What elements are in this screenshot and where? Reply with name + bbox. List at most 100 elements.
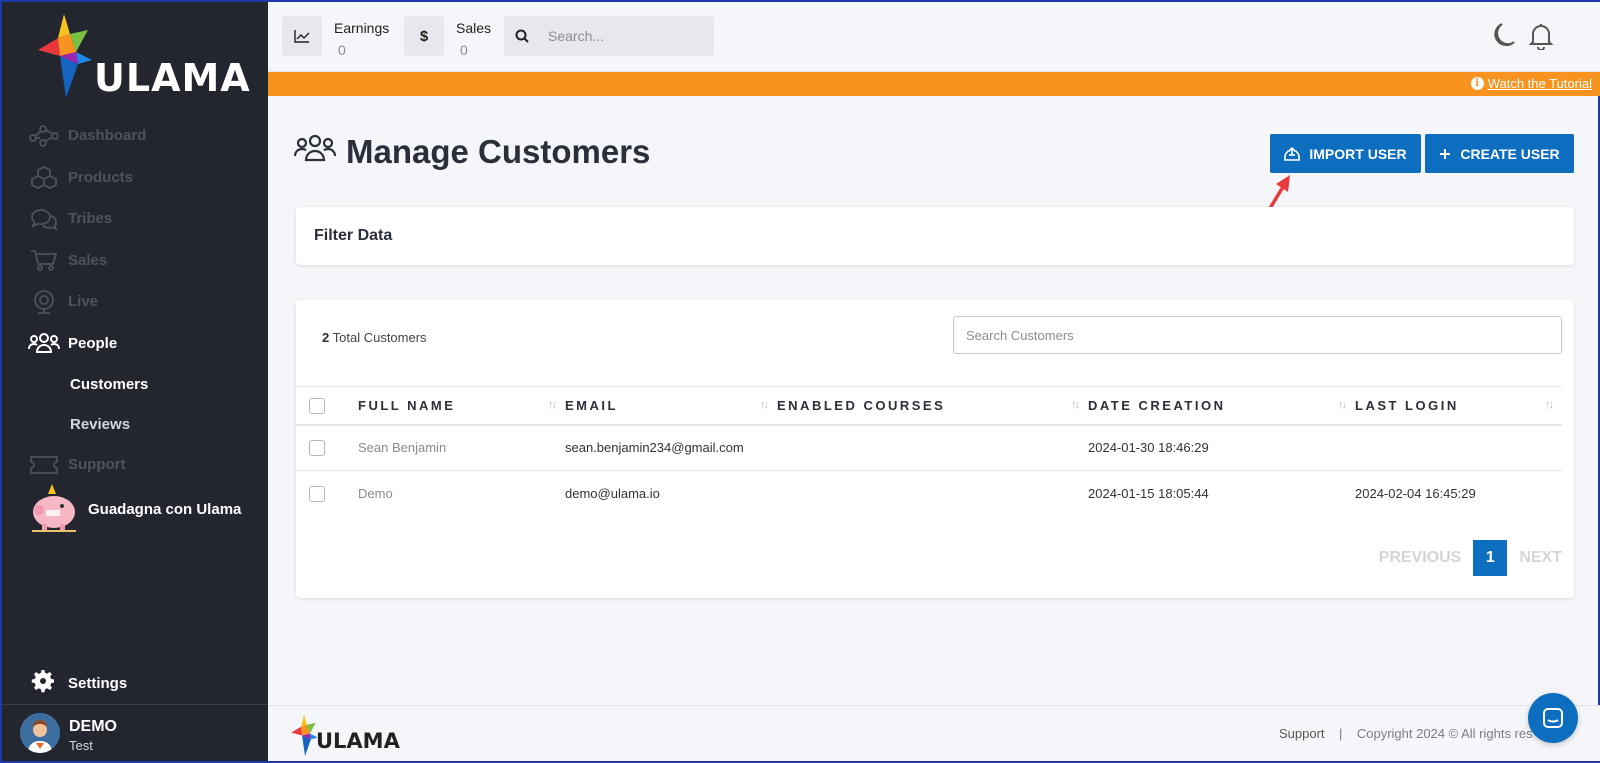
column-full-name[interactable]: FULL NAME ↑↓ — [358, 386, 565, 426]
moon-icon[interactable] — [1490, 22, 1516, 55]
sidebar-item-people[interactable]: People — [2, 323, 268, 365]
footer-brand-name: ULAMA — [316, 729, 400, 753]
sidebar-subitem-label: Reviews — [70, 415, 131, 433]
cell-full-name: Demo — [358, 486, 393, 502]
sidebar-item-sales[interactable]: Sales — [2, 240, 268, 282]
avatar — [20, 713, 60, 753]
sort-icon: ↑↓ — [1071, 399, 1080, 411]
cell-email: demo@ulama.io — [565, 486, 660, 502]
previous-page-button[interactable]: PREVIOUS — [1379, 549, 1462, 567]
user-name: DEMO — [69, 718, 117, 735]
filter-title: Filter Data — [314, 227, 393, 244]
cell-last-login — [1355, 424, 1562, 471]
chart-line-icon — [282, 16, 322, 56]
promo-guadagna[interactable]: Guadagna con Ulama — [28, 484, 241, 534]
gear-icon — [30, 668, 56, 698]
column-enabled-courses[interactable]: ENABLED COURSES ↑↓ — [777, 386, 1088, 426]
total-count: 2 — [322, 330, 330, 345]
footer-copyright: Copyright 2024 © All rights res — [1356, 726, 1533, 741]
search-icon — [504, 29, 540, 43]
sales-stat: $ Sales 0 — [404, 16, 491, 58]
sidebar-item-support[interactable]: Support — [2, 444, 268, 486]
cell-date-creation: 2024-01-30 18:46:29 — [1088, 424, 1355, 471]
bird-logo-icon — [38, 14, 92, 98]
sort-icon: ↑↓ — [1545, 399, 1554, 411]
footer: ULAMA Support | Copyright 2024 © All rig… — [268, 705, 1600, 761]
customers-table: FULL NAME ↑↓ EMAIL ↑↓ ENABLED COURSES ↑↓… — [296, 386, 1562, 517]
cell-date-creation: 2024-01-15 18:05:44 — [1088, 486, 1209, 502]
people-icon — [28, 329, 60, 357]
bell-icon[interactable] — [1528, 22, 1554, 55]
column-label: LAST LOGIN — [1355, 397, 1459, 413]
footer-separator: | — [1339, 726, 1343, 741]
select-all-checkbox[interactable] — [309, 397, 325, 414]
total-customers: 2 Total Customers — [322, 330, 427, 345]
cell-enabled-courses — [777, 471, 1088, 517]
dashboard-icon — [28, 122, 60, 150]
sidebar-item-label: Tribes — [68, 210, 113, 228]
next-page-button[interactable]: NEXT — [1519, 549, 1562, 567]
earnings-label: Earnings — [334, 20, 390, 36]
webcam-icon — [28, 288, 60, 316]
sidebar-item-settings[interactable]: Settings — [30, 668, 127, 698]
chat-launcher-button[interactable] — [1528, 693, 1578, 743]
sidebar-item-label: Settings — [68, 674, 128, 692]
cubes-icon — [28, 163, 60, 191]
create-user-label: CREATE USER — [1460, 145, 1560, 162]
watch-tutorial-link[interactable]: i Watch the Tutorial — [1470, 76, 1592, 91]
column-last-login[interactable]: LAST LOGIN ↑↓ — [1355, 386, 1562, 426]
filter-panel[interactable]: Filter Data — [296, 207, 1574, 265]
chat-icon — [1543, 708, 1563, 728]
cell-enabled-courses — [777, 424, 1088, 471]
column-date-creation[interactable]: DATE CREATION ↑↓ — [1088, 386, 1355, 426]
inbox-upload-icon — [1284, 146, 1301, 161]
ticket-icon — [28, 451, 60, 479]
row-checkbox[interactable] — [309, 486, 325, 503]
promo-label: Guadagna con Ulama — [88, 500, 242, 518]
page-1-button[interactable]: 1 — [1473, 540, 1508, 576]
customers-card: 2 Total Customers FULL NAME ↑↓ EMAIL ↑↓ … — [296, 300, 1574, 598]
sidebar-nav: Dashboard Products Tribes Sales Live Peo… — [2, 115, 268, 486]
sales-label: Sales — [456, 20, 492, 36]
column-email[interactable]: EMAIL ↑↓ — [565, 386, 777, 426]
cell-last-login: 2024-02-04 16:45:29 — [1355, 486, 1476, 502]
dollar-icon: $ — [404, 16, 444, 56]
global-search-input[interactable] — [548, 28, 708, 44]
sidebar-item-live[interactable]: Live — [2, 281, 268, 323]
total-label: Total Customers — [332, 330, 427, 345]
sidebar-item-label: Products — [68, 168, 134, 186]
footer-logo[interactable]: ULAMA — [290, 714, 400, 763]
sort-icon: ↑↓ — [1338, 399, 1347, 411]
sidebar-item-tribes[interactable]: Tribes — [2, 198, 268, 240]
table-row[interactable]: Sean Benjamin sean.benjamin234@gmail.com… — [296, 424, 1562, 471]
table-row[interactable]: Demo demo@ulama.io 2024-01-15 18:05:44 2… — [296, 471, 1562, 517]
sidebar-subitem-reviews[interactable]: Reviews — [2, 404, 268, 444]
cart-icon — [28, 246, 60, 274]
cell-email: sean.benjamin234@gmail.com — [565, 424, 777, 471]
row-checkbox[interactable] — [309, 440, 325, 457]
sidebar-subitem-customers[interactable]: Customers — [2, 364, 268, 404]
table-header-row: FULL NAME ↑↓ EMAIL ↑↓ ENABLED COURSES ↑↓… — [296, 386, 1562, 426]
import-user-label: IMPORT USER — [1309, 145, 1407, 162]
global-search — [504, 16, 714, 56]
sales-value: 0 — [460, 42, 468, 58]
sidebar-item-dashboard[interactable]: Dashboard — [2, 115, 268, 157]
sidebar-item-label: People — [68, 334, 118, 352]
chat-bubbles-icon — [28, 205, 60, 233]
piggy-bank-icon — [32, 484, 76, 532]
import-user-button[interactable]: IMPORT USER — [1270, 134, 1421, 173]
earnings-value: 0 — [338, 42, 346, 58]
plus-icon — [1439, 148, 1451, 160]
pagination: PREVIOUS 1 NEXT — [1379, 540, 1562, 576]
footer-links: Support | Copyright 2024 © All rights re… — [1279, 726, 1533, 741]
sidebar-item-products[interactable]: Products — [2, 157, 268, 199]
user-profile[interactable]: DEMO Test — [2, 704, 268, 761]
footer-support-link[interactable]: Support — [1279, 726, 1325, 741]
sort-icon: ↑↓ — [548, 399, 557, 411]
column-label: FULL NAME — [358, 397, 456, 413]
create-user-button[interactable]: CREATE USER — [1425, 134, 1574, 173]
customer-search-input[interactable] — [953, 316, 1562, 354]
info-icon: i — [1470, 77, 1484, 90]
brand-logo[interactable]: ULAMA — [36, 12, 250, 102]
brand-name: ULAMA — [94, 56, 251, 100]
